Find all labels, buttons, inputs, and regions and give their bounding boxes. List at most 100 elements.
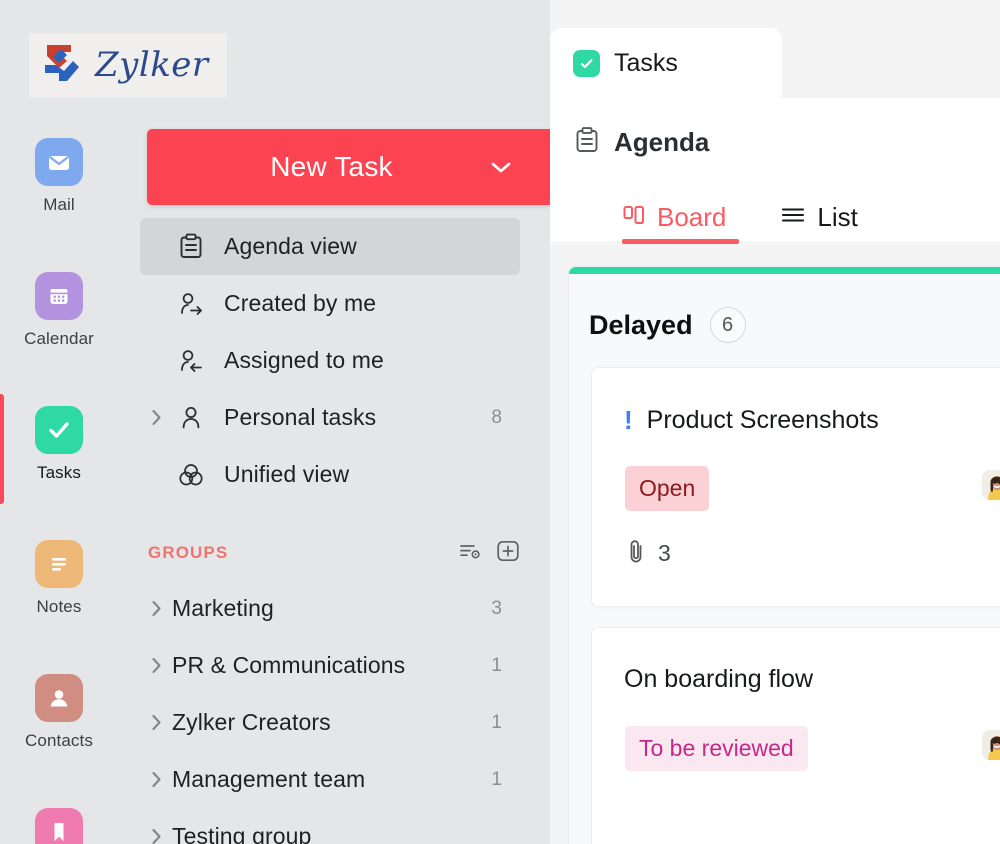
groups-title: GROUPS xyxy=(148,543,229,562)
check-icon xyxy=(573,49,600,77)
board-area: Delayed 6 ! Product Screenshots Open 3 O… xyxy=(550,244,1000,844)
left-sidebar: Zylker Mail Calendar Tasks Notes Contact… xyxy=(0,0,550,844)
group-item-pr-communications[interactable]: PR & Communications 1 xyxy=(140,637,520,694)
venn-icon xyxy=(172,462,210,488)
status-badge[interactable]: Open xyxy=(625,466,710,511)
tasks-panel: Tasks Agenda Board List Delayed 6 ! Prod… xyxy=(550,0,1000,844)
sidebar-item-agenda-view[interactable]: Agenda view xyxy=(140,218,520,275)
task-card-footer: 3 xyxy=(625,538,671,569)
board-column-delayed: Delayed 6 ! Product Screenshots Open 3 O… xyxy=(568,266,1000,844)
group-count-pr-communications: 1 xyxy=(491,654,502,676)
new-task-button[interactable]: New Task xyxy=(147,129,550,205)
avatar xyxy=(981,730,1000,760)
chevron-right-icon[interactable] xyxy=(146,827,166,844)
active-tab-underline xyxy=(622,238,739,244)
task-card[interactable]: ! Product Screenshots Open 3 xyxy=(591,367,1000,607)
groups-section-header: GROUPS xyxy=(148,538,520,568)
panel-header: Agenda xyxy=(574,126,709,159)
tab-tasks[interactable]: Tasks xyxy=(550,28,782,98)
group-label-pr-communications: PR & Communications xyxy=(172,652,406,678)
tab-board[interactable]: Board xyxy=(622,193,739,244)
rail-item-bookmarks[interactable] xyxy=(0,808,118,844)
chevron-down-icon[interactable] xyxy=(488,159,514,175)
task-card-title-row: On boarding flow xyxy=(624,665,813,694)
rail-item-notes[interactable]: Notes xyxy=(0,540,118,617)
view-tab-bar: Board List xyxy=(550,193,1000,244)
calendar-icon xyxy=(35,272,83,320)
column-header: Delayed 6 xyxy=(589,307,746,343)
sidebar-label-created-by-me: Created by me xyxy=(224,290,377,316)
group-label-testing-group: Testing group xyxy=(172,823,312,844)
rail-label-notes: Notes xyxy=(36,597,82,616)
task-card-title: On boarding flow xyxy=(624,665,814,693)
group-count-marketing: 3 xyxy=(491,597,502,619)
tab-board-label: Board xyxy=(657,202,727,232)
app-root: Zylker Mail Calendar Tasks Notes Contact… xyxy=(0,0,1000,844)
list-icon xyxy=(780,204,806,231)
task-card-title: Product Screenshots xyxy=(646,406,879,434)
rail-item-tasks[interactable]: Tasks xyxy=(0,406,118,483)
contact-icon xyxy=(35,674,83,722)
user-icon xyxy=(172,405,210,431)
task-assignee: Rebe xyxy=(981,730,1000,760)
rail-label-contacts: Contacts xyxy=(25,731,93,750)
chevron-right-icon[interactable] xyxy=(146,770,166,789)
column-color-bar xyxy=(569,267,1000,274)
task-card[interactable]: On boarding flow To be reviewed xyxy=(591,627,1000,844)
sidebar-item-unified-view[interactable]: Unified view xyxy=(140,446,520,503)
group-item-zylker-creators[interactable]: Zylker Creators 1 xyxy=(140,694,520,751)
window-tab-strip: Tasks xyxy=(550,28,1000,98)
task-card-title-row: ! Product Screenshots xyxy=(624,405,879,436)
sidebar-label-unified-view: Unified view xyxy=(224,461,350,487)
agenda-icon xyxy=(574,126,600,159)
sidebar-item-personal-tasks[interactable]: Personal tasks 8 xyxy=(140,389,520,446)
tab-list[interactable]: List xyxy=(780,193,858,243)
check-icon xyxy=(35,406,83,454)
group-count-management-team: 1 xyxy=(491,768,502,790)
page-title: Agenda xyxy=(614,127,710,157)
avatar xyxy=(981,470,1000,500)
sidebar-label-personal-tasks: Personal tasks xyxy=(224,404,377,430)
paperclip-icon xyxy=(625,538,647,569)
rail-item-calendar[interactable]: Calendar xyxy=(0,272,118,349)
tab-tasks-label: Tasks xyxy=(614,48,678,77)
sidebar-nav-list: Agenda view Created by me Assigned to me… xyxy=(140,218,520,503)
rail-item-contacts[interactable]: Contacts xyxy=(0,674,118,751)
group-count-zylker-creators: 1 xyxy=(491,711,502,733)
priority-icon: ! xyxy=(624,405,633,435)
user-in-icon xyxy=(172,348,210,374)
rail-label-mail: Mail xyxy=(43,195,75,214)
groups-header-actions xyxy=(459,539,520,568)
rail-label-calendar: Calendar xyxy=(24,329,94,348)
group-item-testing-group[interactable]: Testing group xyxy=(140,808,520,844)
chevron-right-icon[interactable] xyxy=(146,408,166,427)
sidebar-label-agenda-view: Agenda view xyxy=(224,233,357,259)
plus-box-icon[interactable] xyxy=(496,539,520,568)
agenda-icon xyxy=(172,233,210,260)
sidebar-item-assigned-to-me[interactable]: Assigned to me xyxy=(140,332,520,389)
chevron-right-icon[interactable] xyxy=(146,656,166,675)
group-label-marketing: Marketing xyxy=(172,595,274,621)
group-label-zylker-creators: Zylker Creators xyxy=(172,709,331,735)
column-count-badge: 6 xyxy=(709,307,746,343)
status-badge[interactable]: To be reviewed xyxy=(625,726,808,771)
group-item-management-team[interactable]: Management team 1 xyxy=(140,751,520,808)
filter-settings-icon[interactable] xyxy=(459,541,483,566)
chevron-right-icon[interactable] xyxy=(146,599,166,618)
chevron-right-icon[interactable] xyxy=(146,713,166,732)
task-assignee: Rebe xyxy=(981,470,1000,500)
attachment-count: 3 xyxy=(658,540,671,566)
group-item-marketing[interactable]: Marketing 3 xyxy=(140,580,520,637)
mail-icon xyxy=(35,138,83,186)
rail-item-mail[interactable]: Mail xyxy=(0,138,118,215)
sidebar-item-created-by-me[interactable]: Created by me xyxy=(140,275,520,332)
column-title: Delayed xyxy=(589,309,693,340)
rail-label-tasks: Tasks xyxy=(37,463,81,482)
app-icon-rail: Mail Calendar Tasks Notes Contacts xyxy=(0,0,118,844)
bookmark-icon xyxy=(35,808,83,844)
panel-body: Agenda Board List Delayed 6 ! Product Sc… xyxy=(550,98,1000,844)
groups-list: Marketing 3 PR & Communications 1 Zylker… xyxy=(140,580,520,844)
notes-icon xyxy=(35,540,83,588)
sidebar-label-assigned-to-me: Assigned to me xyxy=(224,347,384,373)
board-icon xyxy=(622,202,646,233)
